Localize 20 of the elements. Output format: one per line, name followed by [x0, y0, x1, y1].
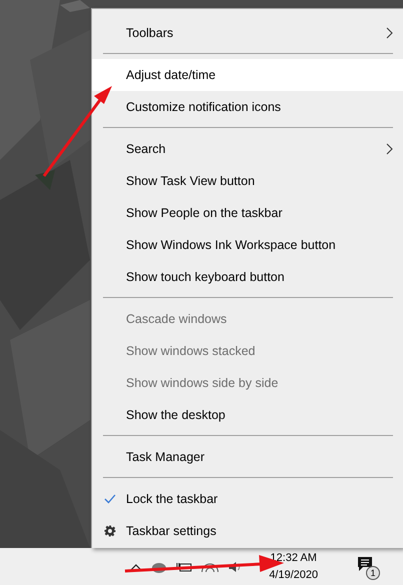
notification-count: 1	[366, 566, 380, 580]
menu-item[interactable]: Customize notification icons	[92, 91, 403, 123]
menu-item[interactable]: Show Task View button	[92, 165, 403, 197]
menu-item[interactable]: Adjust date/time	[92, 59, 403, 91]
cloud-icon[interactable]	[151, 560, 168, 572]
menu-item[interactable]: Show Windows Ink Workspace button	[92, 229, 403, 261]
speaker-icon[interactable]	[228, 560, 242, 574]
menu-item[interactable]: Show People on the taskbar	[92, 197, 403, 229]
settings-icon	[104, 525, 116, 537]
menu-item[interactable]: Toolbars	[92, 17, 403, 49]
message-icon	[357, 556, 373, 572]
menu-item[interactable]: Show touch keyboard button	[92, 261, 403, 293]
notifications-button[interactable]: 1	[357, 554, 379, 580]
battery-icon[interactable]	[176, 560, 192, 572]
menu-item[interactable]: Taskbar settings	[92, 515, 403, 547]
caret-up-icon[interactable]	[130, 562, 142, 570]
menu-item[interactable]: Show the desktop	[92, 399, 403, 431]
menu-item[interactable]: Lock the taskbar	[92, 483, 403, 515]
menu-item[interactable]: Task Manager	[92, 441, 403, 473]
menu-item[interactable]: Search	[92, 133, 403, 165]
